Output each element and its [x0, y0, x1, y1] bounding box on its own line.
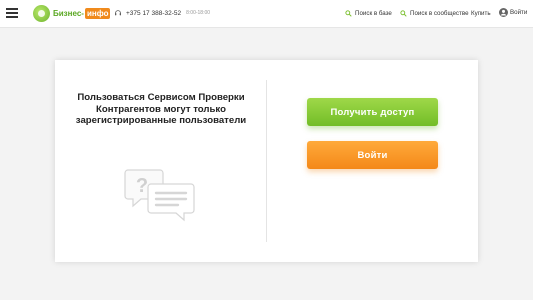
working-hours: 8:00-18:00: [186, 10, 211, 16]
logo-icon: [33, 5, 50, 22]
svg-text:?: ?: [136, 175, 148, 197]
search-icon: [345, 10, 352, 17]
menu-icon[interactable]: [6, 8, 18, 18]
vertical-divider: [266, 80, 267, 242]
logo-text-main: Бизнес-: [53, 9, 84, 18]
search-community-link[interactable]: Поиск в сообществе: [400, 10, 469, 17]
site-header: Бизнес-инфо +375 17 388-32-52 8:00-18:00…: [0, 0, 533, 28]
buy-link[interactable]: Купить: [471, 10, 491, 17]
search-community-label: Поиск в сообществе: [410, 10, 469, 17]
menu-icon-bar: [6, 16, 18, 18]
menu-icon-bar: [6, 8, 18, 10]
header-login-label: Войти: [510, 9, 528, 16]
registration-required-message: Пользоваться Сервисом Проверки Контраген…: [75, 92, 247, 126]
headset-icon: [115, 10, 121, 16]
login-button[interactable]: Войти: [307, 141, 438, 169]
user-icon: [499, 8, 508, 17]
phone-contact[interactable]: +375 17 388-32-52 8:00-18:00: [114, 9, 210, 17]
search-base-link[interactable]: Поиск в базе: [345, 10, 392, 17]
phone-number[interactable]: +375 17 388-32-52: [126, 10, 181, 17]
logo-text-accent: инфо: [84, 8, 111, 19]
header-login-link[interactable]: Войти: [499, 8, 527, 17]
search-icon: [400, 10, 407, 17]
logo[interactable]: Бизнес-инфо: [33, 4, 111, 23]
search-base-label: Поиск в базе: [355, 10, 392, 17]
access-card: Пользоваться Сервисом Проверки Контраген…: [55, 60, 478, 262]
get-access-button[interactable]: Получить доступ: [307, 98, 438, 126]
chat-question-icon: ?: [124, 169, 195, 222]
menu-icon-bar: [6, 12, 18, 14]
logo-text: Бизнес-инфо: [53, 8, 111, 19]
